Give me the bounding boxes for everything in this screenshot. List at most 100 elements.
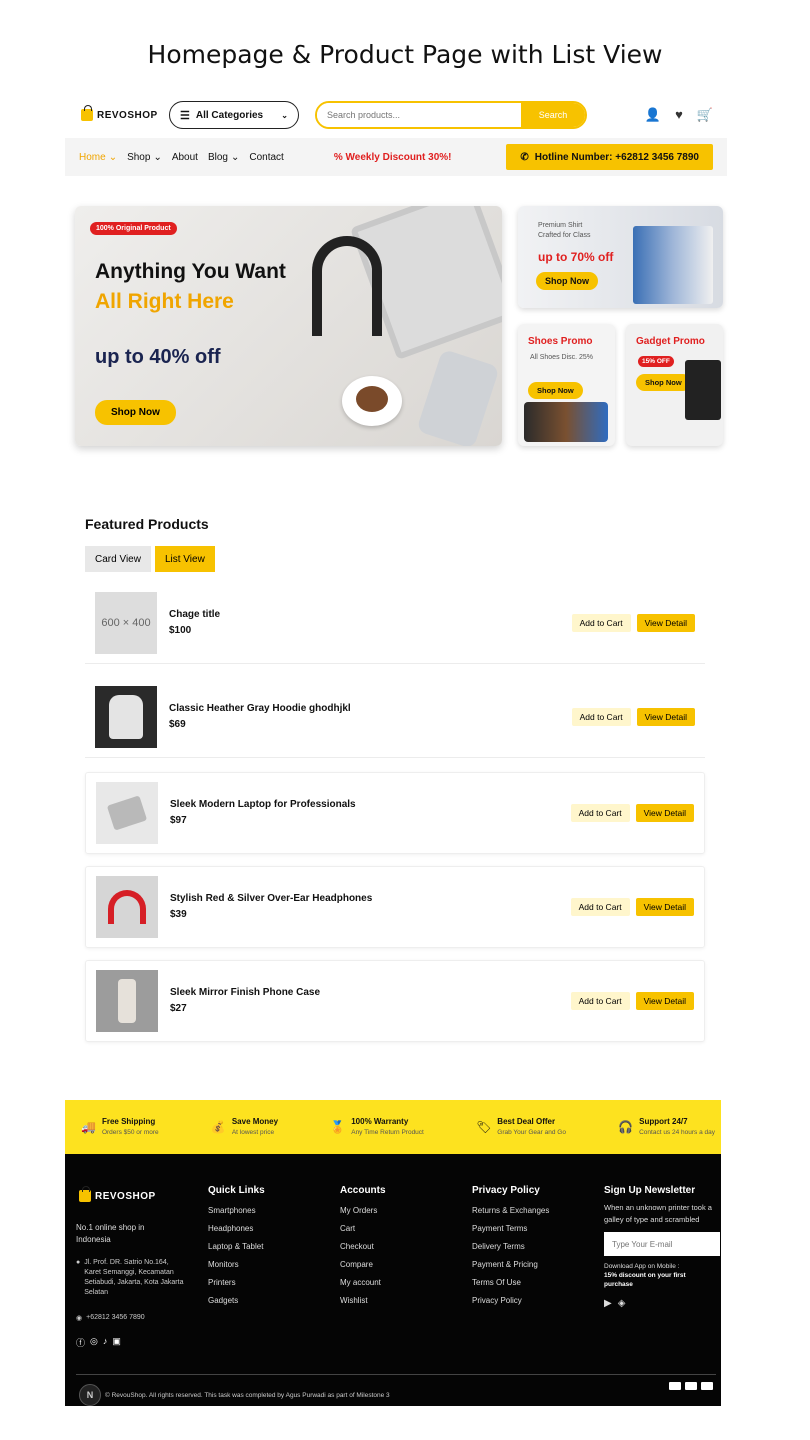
tiktok-icon[interactable]: ♪ bbox=[103, 1336, 108, 1349]
nav-about[interactable]: About bbox=[172, 152, 198, 163]
footer-link[interactable]: Printers bbox=[208, 1274, 265, 1292]
weekly-discount[interactable]: % Weekly Discount 30%! bbox=[334, 152, 452, 163]
shirts-image bbox=[633, 226, 713, 304]
view-detail-button[interactable]: View Detail bbox=[636, 707, 695, 726]
main-nav: Home ⌄ Shop ⌄ About Blog ⌄ Contact % Weekly… bbox=[65, 138, 727, 176]
product-price: $39 bbox=[170, 909, 187, 920]
promo-gadget-button[interactable]: Shop Now bbox=[636, 374, 691, 391]
heart-icon[interactable]: ♥ bbox=[675, 107, 683, 123]
hotline-badge[interactable]: ✆ Hotline Number: +62812 3456 7890 bbox=[506, 144, 713, 170]
product-name[interactable]: Classic Heather Gray Hoodie ghodhjkl bbox=[169, 701, 351, 717]
cart-icon[interactable]: 🛒 bbox=[697, 107, 713, 123]
header-icons: 👤 ♥ 🛒 bbox=[645, 107, 713, 123]
instagram-icon[interactable]: ◎ bbox=[90, 1336, 98, 1349]
phone-icon: ✆ bbox=[520, 151, 529, 163]
hero-line-2: All Right Here bbox=[95, 290, 234, 313]
facebook-icon[interactable]: ⓕ bbox=[76, 1336, 85, 1349]
product-row: Stylish Red & Silver Over-Ear Headphones… bbox=[85, 866, 705, 948]
tablet-image bbox=[685, 360, 721, 420]
footer-link[interactable]: Compare bbox=[340, 1256, 386, 1274]
chevron-down-icon: ⌄ bbox=[108, 151, 118, 163]
product-name[interactable]: Chage title bbox=[169, 607, 220, 623]
view-detail-button[interactable]: View Detail bbox=[635, 804, 694, 822]
footer-link[interactable]: Returns & Exchanges bbox=[472, 1202, 549, 1220]
footer-link[interactable]: Checkout bbox=[340, 1238, 386, 1256]
n-badge[interactable]: N bbox=[79, 1384, 101, 1406]
nav-blog[interactable]: Blog ⌄ bbox=[208, 152, 239, 163]
add-to-cart-button[interactable]: Add to Cart bbox=[570, 898, 630, 916]
add-to-cart-button[interactable]: Add to Cart bbox=[571, 707, 631, 726]
chevron-down-icon: ⌄ bbox=[230, 151, 240, 163]
footer-link[interactable]: Payment & Pricing bbox=[472, 1256, 549, 1274]
footer-link[interactable]: Wishlist bbox=[340, 1292, 386, 1310]
page-title: Homepage & Product Page with List View bbox=[147, 40, 663, 69]
footer-link[interactable]: Headphones bbox=[208, 1220, 265, 1238]
feature-item: 🎧 Support 24/7 Contact us 24 hours a day bbox=[618, 1117, 715, 1136]
footer-quick-links: Quick Links Smartphones Headphones Lapto… bbox=[208, 1184, 265, 1310]
product-price: $69 bbox=[169, 718, 186, 730]
linkedin-icon[interactable]: ▣ bbox=[112, 1336, 121, 1349]
footer-link[interactable]: My account bbox=[340, 1274, 386, 1292]
footer-link[interactable]: Gadgets bbox=[208, 1292, 265, 1310]
nav-contact[interactable]: Contact bbox=[249, 152, 283, 163]
money-bag-icon: 💰 bbox=[210, 1120, 226, 1134]
footer-link[interactable]: My Orders bbox=[340, 1202, 386, 1220]
percent-icon: % bbox=[333, 151, 343, 163]
chevron-down-icon: ⌄ bbox=[153, 151, 162, 163]
promo-gadget[interactable]: Gadget Promo 15% OFF Shop Now bbox=[626, 324, 723, 446]
site-logo[interactable]: REVOSHOP bbox=[81, 105, 169, 121]
phone-image bbox=[416, 348, 500, 446]
product-name[interactable]: Sleek Modern Laptop for Professionals bbox=[170, 797, 356, 813]
card-view-button[interactable]: Card View bbox=[85, 546, 151, 572]
phone-case-thumbnail bbox=[96, 970, 158, 1032]
truck-icon: 🚚 bbox=[81, 1120, 96, 1134]
footer-link[interactable]: Laptop & Tablet bbox=[208, 1238, 265, 1256]
search-button[interactable]: Search bbox=[521, 103, 585, 127]
chevron-down-icon: ⌄ bbox=[281, 110, 288, 120]
view-detail-button[interactable]: View Detail bbox=[636, 613, 695, 632]
nav-home[interactable]: Home ⌄ bbox=[79, 152, 117, 163]
headset-icon: 🎧 bbox=[618, 1120, 634, 1134]
footer-logo[interactable]: REVOSHOP bbox=[79, 1186, 156, 1202]
user-icon[interactable]: 👤 bbox=[645, 107, 661, 123]
add-to-cart-button[interactable]: Add to Cart bbox=[570, 992, 630, 1010]
view-detail-button[interactable]: View Detail bbox=[635, 992, 694, 1010]
app-download-text: Download App on Mobile :15% discount on … bbox=[604, 1263, 686, 1288]
footer-link[interactable]: Monitors bbox=[208, 1256, 265, 1274]
product-price: $100 bbox=[169, 624, 192, 636]
footer-privacy: Privacy Policy Returns & Exchanges Payme… bbox=[472, 1184, 549, 1310]
view-detail-button[interactable]: View Detail bbox=[635, 898, 694, 916]
play-store-icon[interactable]: ▶ bbox=[604, 1295, 612, 1313]
add-to-cart-button[interactable]: Add to Cart bbox=[571, 613, 631, 632]
product-name[interactable]: Stylish Red & Silver Over-Ear Headphones bbox=[170, 891, 372, 907]
promo-shirt[interactable]: Premium Shirt Crafted for Class up to 70… bbox=[518, 206, 723, 308]
product-row: Sleek Mirror Finish Phone Case $27 Add to… bbox=[85, 960, 705, 1042]
footer-link[interactable]: Cart bbox=[340, 1220, 386, 1238]
featured-title: Featured Products bbox=[85, 516, 209, 532]
promo-gadget-badge: 15% OFF bbox=[638, 356, 674, 367]
categories-dropdown[interactable]: ☰ All Categories ⌄ bbox=[169, 101, 299, 129]
feature-item: 🏷 Best Deal Offer Grab Your Gear and Go bbox=[476, 1117, 566, 1136]
social-icons: ⓕ ◎ ♪ ▣ bbox=[76, 1336, 121, 1349]
newsletter-email-input[interactable] bbox=[604, 1232, 720, 1256]
add-to-cart-button[interactable]: Add to Cart bbox=[570, 804, 630, 822]
footer-link[interactable]: Payment Terms bbox=[472, 1220, 549, 1238]
site-header: REVOSHOP ☰ All Categories ⌄ Search 👤 ♥ 🛒 bbox=[65, 92, 727, 138]
shopping-bag-icon bbox=[81, 105, 93, 121]
product-name[interactable]: Sleek Mirror Finish Phone Case bbox=[170, 985, 320, 1001]
footer-link[interactable]: Delivery Terms bbox=[472, 1238, 549, 1256]
nav-shop[interactable]: Shop ⌄ bbox=[127, 152, 162, 163]
list-view-button[interactable]: List View bbox=[154, 546, 215, 572]
footer-link[interactable]: Privacy Policy bbox=[472, 1292, 549, 1310]
app-store-icon[interactable]: ◈ bbox=[618, 1295, 626, 1313]
promo-shirt-button[interactable]: Shop Now bbox=[536, 272, 598, 290]
search-input[interactable] bbox=[317, 103, 521, 127]
hero-discount: up to 40% off bbox=[95, 346, 221, 368]
hero-shop-now-button[interactable]: Shop Now bbox=[95, 400, 176, 425]
promo-shoes-button[interactable]: Shop Now bbox=[528, 382, 583, 399]
footer-link[interactable]: Smartphones bbox=[208, 1202, 265, 1220]
promo-shoes[interactable]: Shoes Promo All Shoes Disc. 25% Shop Now bbox=[518, 324, 615, 446]
categories-label: All Categories bbox=[195, 109, 264, 121]
features-strip: 🚚 Free Shipping Orders $50 or more 💰 Save M… bbox=[65, 1100, 721, 1154]
footer-link[interactable]: Terms Of Use bbox=[472, 1274, 549, 1292]
